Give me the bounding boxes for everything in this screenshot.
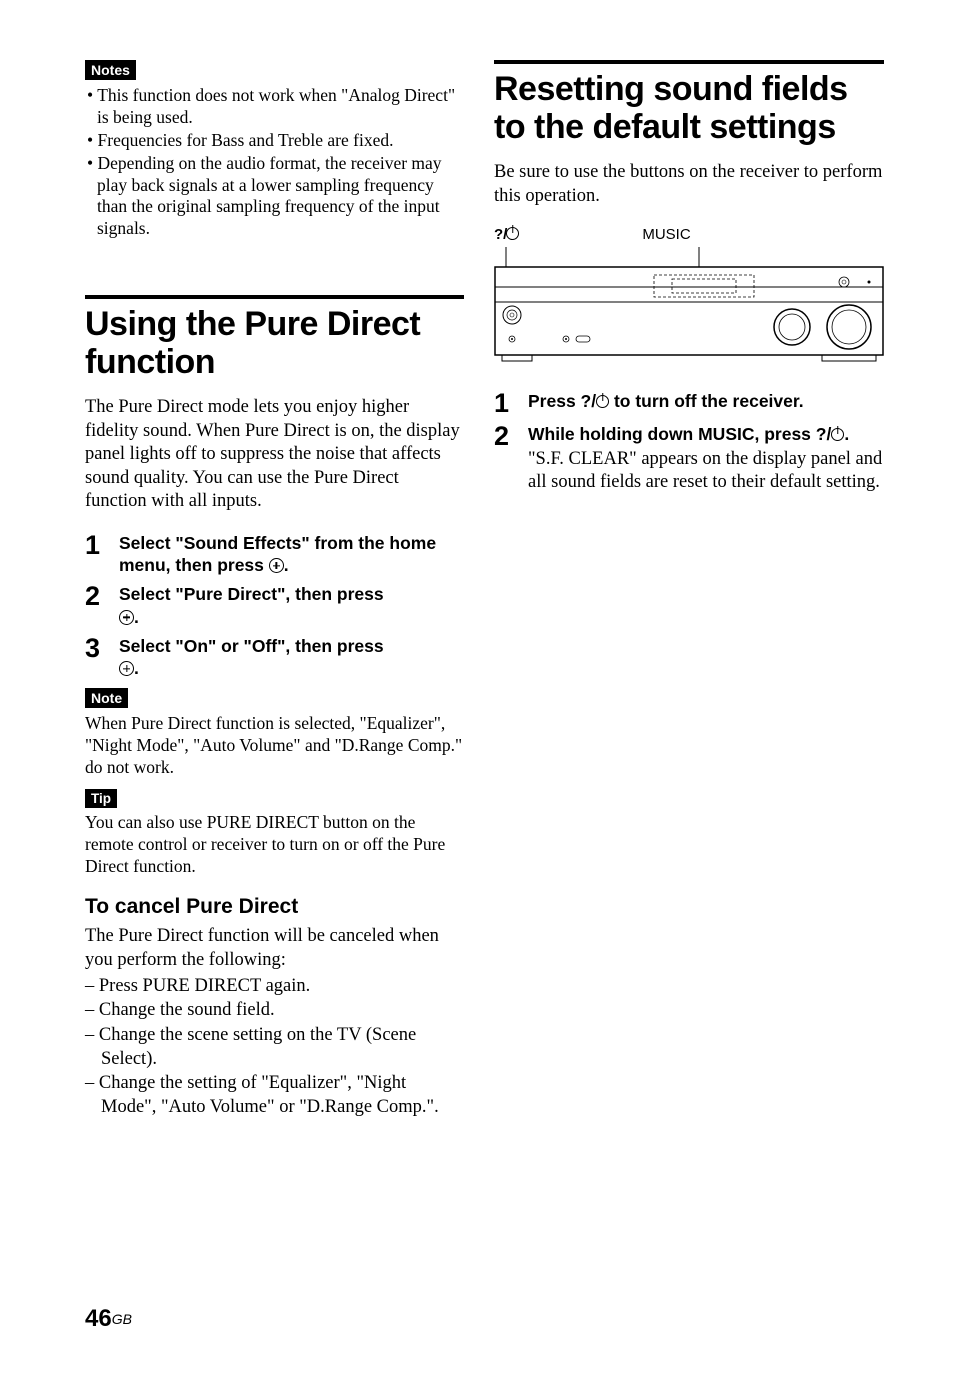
power-icon: [506, 227, 519, 240]
step-3: 3 Select "On" or "Off", then press .: [85, 635, 464, 681]
step-text: Select "Sound Effects" from the home men…: [119, 533, 436, 576]
left-column: Notes This function does not work when "…: [85, 60, 464, 1119]
note-block: Note When Pure Direct function is select…: [85, 688, 464, 779]
right-column: Resetting sound fields to the default se…: [494, 60, 884, 1119]
plus-icon: [119, 610, 134, 625]
tip-text: You can also use PURE DIRECT button on t…: [85, 812, 464, 878]
step-sub-text: "S.F. CLEAR" appears on the display pane…: [528, 448, 884, 495]
power-icon: [831, 428, 844, 441]
intro-paragraph: The Pure Direct mode lets you enjoy high…: [85, 396, 464, 513]
page-number: 46: [85, 1305, 112, 1332]
note-text: When Pure Direct function is selected, "…: [85, 713, 464, 779]
cancel-intro: The Pure Direct function will be cancele…: [85, 925, 464, 972]
intro-paragraph: Be sure to use the buttons on the receiv…: [494, 161, 884, 208]
step-1: 1 Press ?/ to turn off the receiver.: [494, 390, 884, 417]
step-number: 1: [494, 390, 528, 417]
tip-block: Tip You can also use PURE DIRECT button …: [85, 789, 464, 878]
step-number: 2: [85, 583, 119, 610]
cancel-list: Press PURE DIRECT again. Change the soun…: [85, 974, 464, 1118]
section-title-reset: Resetting sound fields to the default se…: [494, 70, 884, 146]
notes-list: This function does not work when "Analog…: [85, 85, 464, 240]
page-footer: 46GB: [85, 1305, 132, 1333]
cancel-item: Press PURE DIRECT again.: [85, 974, 464, 998]
section-rule: [85, 295, 464, 299]
page-region: GB: [112, 1311, 132, 1327]
notes-item: This function does not work when "Analog…: [85, 85, 464, 129]
step-text: While holding down MUSIC, press ?/.: [528, 424, 849, 444]
notes-block: Notes This function does not work when "…: [85, 60, 464, 240]
step-text: Select "Pure Direct", then press .: [119, 584, 384, 627]
plus-icon: [119, 661, 134, 676]
cancel-item: Change the setting of "Equalizer", "Nigh…: [85, 1071, 464, 1119]
power-label-prefix: ?/: [494, 226, 506, 243]
notes-label: Notes: [85, 60, 136, 80]
plus-icon: [269, 558, 284, 573]
step-1: 1 Select "Sound Effects" from the home m…: [85, 532, 464, 578]
step-text: Press ?/ to turn off the receiver.: [528, 391, 804, 411]
step-number: 3: [85, 635, 119, 662]
cancel-heading: To cancel Pure Direct: [85, 895, 464, 919]
step-number: 2: [494, 423, 528, 450]
cancel-item: Change the scene setting on the TV (Scen…: [85, 1023, 464, 1071]
step-2: 2 While holding down MUSIC, press ?/. "S…: [494, 423, 884, 495]
receiver-diagram: ?/ MUSIC: [494, 226, 884, 372]
section-rule: [494, 60, 884, 64]
receiver-svg: [494, 247, 884, 367]
cancel-item: Change the sound field.: [85, 998, 464, 1022]
power-icon: [596, 395, 609, 408]
music-label: MUSIC: [642, 226, 690, 243]
section-title-pure-direct: Using the Pure Direct function: [85, 305, 464, 381]
notes-item: Depending on the audio format, the recei…: [85, 153, 464, 241]
step-2: 2 Select "Pure Direct", then press .: [85, 583, 464, 629]
step-number: 1: [85, 532, 119, 559]
tip-label: Tip: [85, 789, 117, 808]
notes-item: Frequencies for Bass and Treble are fixe…: [85, 130, 464, 152]
note-label: Note: [85, 688, 128, 708]
step-text: Select "On" or "Off", then press .: [119, 636, 384, 679]
